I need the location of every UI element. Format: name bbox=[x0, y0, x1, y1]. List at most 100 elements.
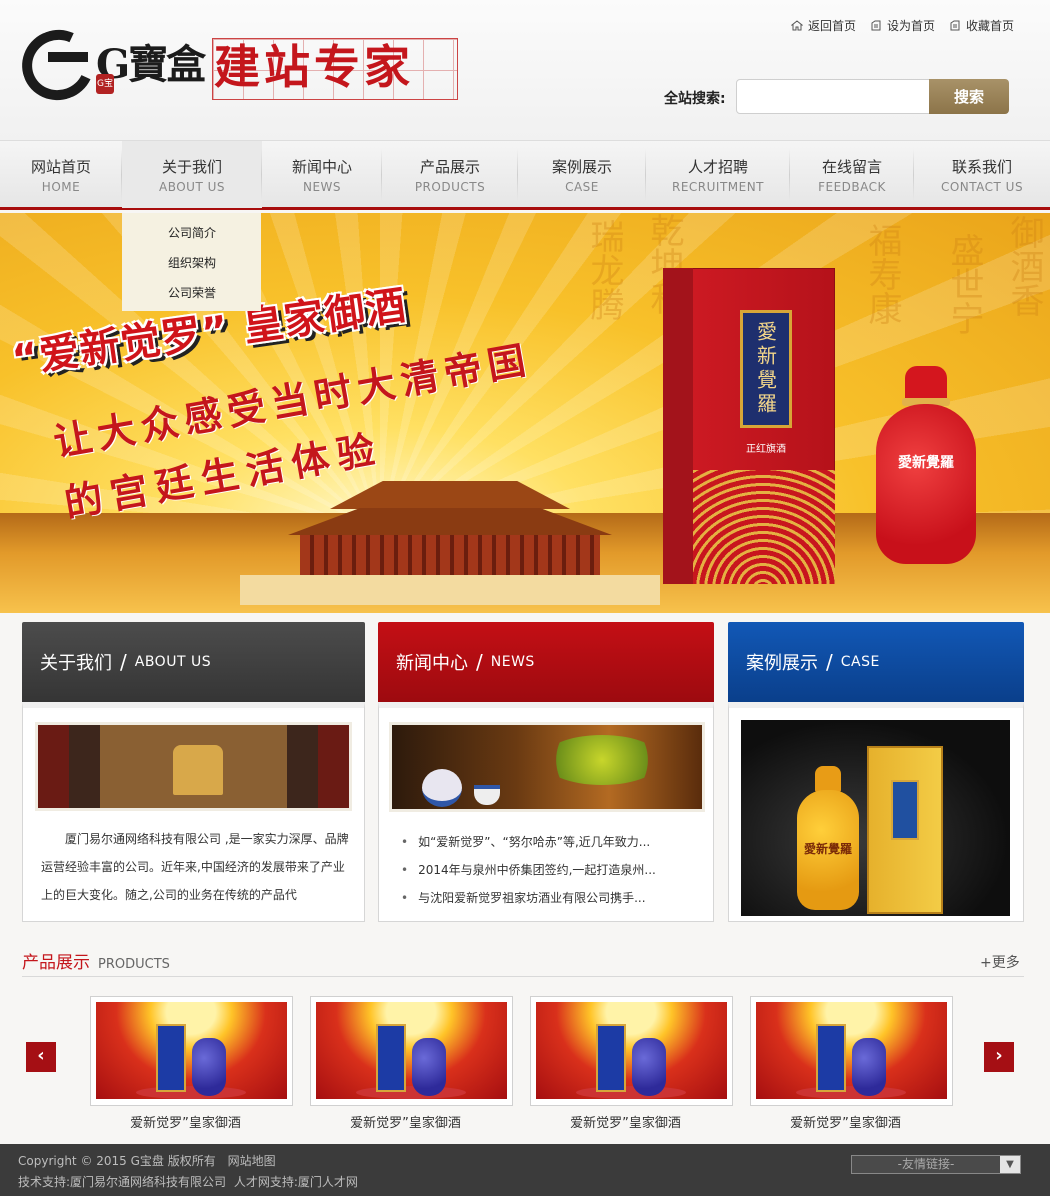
case-panel-title-en: CASE bbox=[840, 654, 880, 670]
nav-products[interactable]: 产品展示 PRODUCTS bbox=[382, 141, 518, 208]
search-input[interactable] bbox=[736, 79, 930, 114]
products-section-title: 产品展示 PRODUCTS bbox=[22, 948, 170, 973]
tea-plant bbox=[542, 735, 662, 785]
news-item[interactable]: 与沈阳爱新觉罗祖家坊酒业有限公司携手... bbox=[401, 884, 656, 912]
set-homepage-label: 设为首页 bbox=[886, 19, 935, 33]
product-image bbox=[96, 1002, 287, 1099]
set-homepage-link[interactable]: 设为首页 bbox=[870, 17, 935, 34]
product-name[interactable]: 爱新觉罗”皇家御酒 bbox=[304, 1112, 507, 1131]
tea-pot bbox=[422, 769, 462, 807]
about-image[interactable] bbox=[35, 722, 352, 811]
logo-brush-g bbox=[12, 19, 104, 111]
case-panel-title: 案例展示 bbox=[746, 653, 818, 674]
menu-item-honors[interactable]: 公司荣誉 bbox=[122, 281, 261, 311]
products-more-link[interactable]: +更多 bbox=[980, 952, 1020, 972]
product-name[interactable]: 爱新觉罗”皇家御酒 bbox=[744, 1112, 947, 1131]
about-dropdown-menu: 公司简介 组织架构 公司荣誉 bbox=[122, 213, 261, 311]
nav-recruitment[interactable]: 人才招聘 RECRUITMENT bbox=[646, 141, 790, 208]
bookmark-icon bbox=[871, 20, 881, 31]
nav-news-label: 新闻中心 bbox=[291, 157, 352, 176]
news-panel-header[interactable]: 新闻中心 / NEWS bbox=[378, 622, 714, 702]
add-favorite-link[interactable]: 收藏首页 bbox=[949, 17, 1014, 34]
product-image bbox=[316, 1002, 507, 1099]
sitemap-link[interactable]: 网站地图 bbox=[228, 1154, 276, 1168]
logo-seal: G宝 bbox=[96, 74, 114, 94]
nav-home-label: 网站首页 bbox=[30, 157, 91, 176]
nav-case[interactable]: 案例展示 CASE bbox=[518, 141, 646, 208]
nav-contact-label: 联系我们 bbox=[951, 157, 1012, 176]
product-stand bbox=[796, 1086, 906, 1099]
nav-home[interactable]: 网站首页 HOME bbox=[0, 141, 122, 208]
news-panel-title: 新闻中心 bbox=[396, 653, 468, 674]
product-box bbox=[596, 1024, 626, 1092]
search-button[interactable]: 搜索 bbox=[929, 79, 1009, 114]
case-image[interactable]: 愛新覺羅 bbox=[741, 720, 1010, 916]
tech-support-text[interactable]: 技术支持:厦门易尔通网络科技有限公司 bbox=[18, 1175, 226, 1189]
copyright-text: Copyright © 2015 G宝盘 版权所有 bbox=[18, 1154, 216, 1168]
nav-about-en: ABOUT US bbox=[158, 179, 225, 194]
bottle-label: 愛新覺羅 bbox=[898, 455, 954, 471]
liquor-box-side bbox=[663, 268, 693, 584]
nav-feedback-en: FEEDBACK bbox=[818, 179, 886, 194]
logo-brush-stroke bbox=[48, 52, 88, 62]
product-name[interactable]: 爱新觉罗”皇家御酒 bbox=[524, 1112, 727, 1131]
liquor-box-pattern bbox=[693, 470, 835, 584]
nav-recruitment-en: RECRUITMENT bbox=[671, 179, 765, 194]
back-home-link[interactable]: 返回首页 bbox=[790, 17, 856, 34]
product-card[interactable] bbox=[750, 996, 953, 1106]
nav-contact-en: CONTACT US bbox=[940, 179, 1024, 194]
palace-hall bbox=[300, 535, 600, 575]
product-vase bbox=[852, 1038, 886, 1096]
menu-item-company-profile[interactable]: 公司简介 bbox=[122, 221, 261, 251]
about-panel-title-en: ABOUT US bbox=[134, 654, 212, 670]
friend-links-select[interactable]: -友情链接- ▼ bbox=[851, 1155, 1021, 1174]
nav-case-en: CASE bbox=[565, 179, 599, 194]
case-bottle-label: 愛新覺羅 bbox=[803, 842, 852, 856]
nav-case-label: 案例展示 bbox=[551, 157, 612, 176]
title-separator: / bbox=[476, 650, 483, 674]
site-logo[interactable]: G寶盒 G宝 建站专家 bbox=[12, 19, 462, 112]
case-box-label bbox=[891, 780, 919, 840]
nav-products-label: 产品展示 bbox=[419, 157, 480, 176]
footer-support-line: 技术支持:厦门易尔通网络科技有限公司 人才网支持:厦门人才网 bbox=[18, 1173, 362, 1190]
product-card[interactable] bbox=[530, 996, 733, 1106]
about-panel-header[interactable]: 关于我们 / ABOUT US bbox=[22, 622, 365, 702]
carousel-next-button[interactable]: › bbox=[984, 1042, 1014, 1072]
about-panel: 关于我们 / ABOUT US 厦门易尔通网络科技有限公司 ,是一家实力深厚、品… bbox=[22, 622, 365, 922]
home-icon bbox=[790, 20, 803, 31]
product-image bbox=[756, 1002, 947, 1099]
product-card[interactable] bbox=[90, 996, 293, 1106]
product-vase bbox=[412, 1038, 446, 1096]
news-list: 如“爱新觉罗”、“努尔哈赤”等,近几年致力... 2014年与泉州中侨集团签约,… bbox=[401, 828, 656, 912]
throne-seat bbox=[173, 745, 223, 795]
case-panel-body: 愛新覺羅 bbox=[728, 702, 1024, 922]
nav-recruitment-label: 人才招聘 bbox=[687, 157, 748, 176]
product-vase bbox=[192, 1038, 226, 1096]
product-card[interactable] bbox=[310, 996, 513, 1106]
carousel-prev-button[interactable]: ‹ bbox=[26, 1042, 56, 1072]
footer: Copyright © 2015 G宝盘 版权所有 网站地图 技术支持:厦门易尔… bbox=[0, 1144, 1050, 1196]
menu-item-organization[interactable]: 组织架构 bbox=[122, 251, 261, 281]
news-item[interactable]: 如“爱新觉罗”、“努尔哈赤”等,近几年致力... bbox=[401, 828, 656, 856]
case-panel: 案例展示 / CASE 愛新覺羅 bbox=[728, 622, 1024, 922]
news-panel: 新闻中心 / NEWS 如“爱新觉罗”、“努尔哈赤”等,近几年致力... 201… bbox=[378, 622, 714, 922]
nav-news[interactable]: 新闻中心 NEWS bbox=[262, 141, 382, 208]
products-title: 产品展示 bbox=[22, 953, 90, 973]
nav-about[interactable]: 关于我们 ABOUT US bbox=[122, 141, 262, 208]
nav-feedback[interactable]: 在线留言 FEEDBACK bbox=[790, 141, 914, 208]
about-text: 厦门易尔通网络科技有限公司 ,是一家实力深厚、品牌运营经验丰富的公司。近年来,中… bbox=[41, 832, 349, 902]
news-image[interactable] bbox=[389, 722, 705, 812]
news-item[interactable]: 2014年与泉州中侨集团签约,一起打造泉州... bbox=[401, 856, 656, 884]
nav-products-en: PRODUCTS bbox=[414, 179, 486, 194]
nav-about-label: 关于我们 bbox=[161, 157, 222, 176]
nav-contact[interactable]: 联系我们 CONTACT US bbox=[914, 141, 1050, 208]
case-panel-header[interactable]: 案例展示 / CASE bbox=[728, 622, 1024, 702]
product-name[interactable]: 爱新觉罗”皇家御酒 bbox=[84, 1112, 287, 1131]
product-image bbox=[536, 1002, 727, 1099]
palace-terrace bbox=[240, 575, 660, 605]
talent-support-text[interactable]: 人才网支持:厦门人才网 bbox=[234, 1175, 358, 1189]
about-panel-title: 关于我们 bbox=[40, 653, 112, 674]
chevron-down-icon: ▼ bbox=[1000, 1156, 1020, 1173]
products-title-en: PRODUCTS bbox=[98, 957, 170, 972]
main-nav: 网站首页 HOME 关于我们 ABOUT US 新闻中心 NEWS 产品展示 P… bbox=[0, 140, 1050, 210]
